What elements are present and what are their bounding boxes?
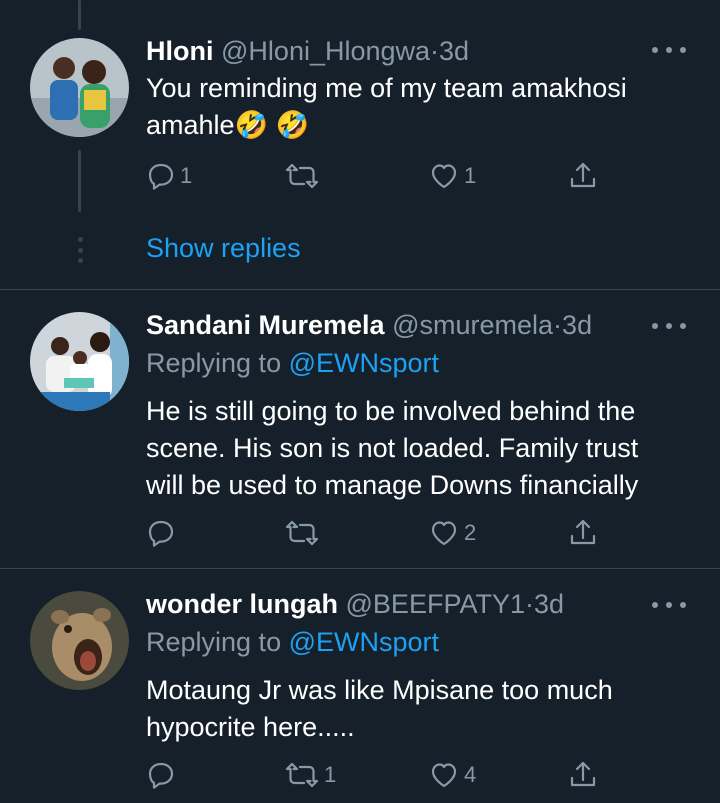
reply-icon bbox=[148, 762, 174, 789]
tweet-sandani[interactable]: Sandani Muremela @smuremela·3d Replying … bbox=[0, 290, 720, 568]
dot-icon bbox=[666, 323, 672, 329]
tweet-header: Sandani Muremela @smuremela·3d bbox=[146, 310, 592, 341]
retweet-icon bbox=[285, 163, 319, 189]
replying-to-label: Replying to bbox=[146, 348, 289, 378]
tweet-header: wonder lungah @BEEFPATY1·3d bbox=[146, 589, 564, 620]
couple-photo-avatar-icon bbox=[30, 38, 129, 137]
reply-icon bbox=[148, 163, 174, 190]
dot-icon bbox=[680, 323, 686, 329]
tweet-text-line: hypocrite here..... bbox=[146, 712, 355, 742]
retweet-button[interactable] bbox=[284, 159, 324, 193]
dot-icon bbox=[652, 47, 658, 53]
share-button[interactable] bbox=[568, 516, 598, 550]
tweet-text-line: He is still going to be involved behind … bbox=[146, 396, 636, 426]
tweet-actions: 1 4 bbox=[146, 758, 606, 792]
avatar[interactable] bbox=[30, 312, 129, 411]
reply-button[interactable] bbox=[146, 758, 180, 792]
more-options-button[interactable] bbox=[652, 320, 686, 332]
retweet-icon bbox=[285, 762, 319, 788]
timestamp[interactable]: 3d bbox=[534, 589, 564, 619]
family-photo-avatar-icon bbox=[30, 312, 129, 411]
tweet-actions: 2 bbox=[146, 516, 606, 550]
dot-icon bbox=[680, 602, 686, 608]
tweet-text-line: scene. His son is not loaded. Family tru… bbox=[146, 433, 639, 463]
tweet-actions: 1 1 bbox=[146, 159, 606, 193]
share-icon bbox=[570, 519, 596, 545]
display-name[interactable]: Hloni bbox=[146, 36, 214, 66]
share-icon bbox=[570, 162, 596, 188]
mention-link[interactable]: @EWNsport bbox=[289, 627, 439, 657]
like-count: 1 bbox=[464, 163, 477, 188]
share-button[interactable] bbox=[568, 159, 598, 193]
separator-dot: · bbox=[553, 310, 563, 340]
heart-icon bbox=[431, 521, 457, 546]
retweet-button[interactable] bbox=[284, 516, 324, 550]
tweet-header: Hloni @Hloni_Hlongwa·3d bbox=[146, 36, 469, 67]
show-replies-link[interactable]: Show replies bbox=[146, 233, 301, 264]
timestamp[interactable]: 3d bbox=[439, 36, 469, 66]
replying-to: Replying to @EWNsport bbox=[146, 348, 439, 379]
retweet-button[interactable]: 1 bbox=[284, 758, 336, 792]
like-button[interactable]: 1 bbox=[428, 159, 476, 193]
reply-count: 1 bbox=[180, 163, 193, 188]
tweet-text-line: will be used to manage Downs financially bbox=[146, 470, 639, 500]
reply-button[interactable] bbox=[146, 516, 180, 550]
reply-button[interactable]: 1 bbox=[146, 159, 192, 193]
avatar[interactable] bbox=[30, 38, 129, 137]
dot-icon bbox=[652, 602, 658, 608]
reply-icon bbox=[148, 520, 174, 547]
heart-icon bbox=[431, 164, 457, 189]
share-icon bbox=[570, 761, 596, 787]
retweet-icon bbox=[285, 520, 319, 546]
mention-link[interactable]: @EWNsport bbox=[289, 348, 439, 378]
tweet-text: Motaung Jr was like Mpisane too much hyp… bbox=[146, 672, 613, 746]
display-name[interactable]: wonder lungah bbox=[146, 589, 338, 619]
display-name[interactable]: Sandani Muremela bbox=[146, 310, 385, 340]
lioness-photo-avatar-icon bbox=[30, 591, 129, 690]
user-handle[interactable]: @smuremela bbox=[392, 310, 553, 340]
dot-icon bbox=[652, 323, 658, 329]
tweet-wonder[interactable]: wonder lungah @BEEFPATY1·3d Replying to … bbox=[0, 569, 720, 803]
like-button[interactable]: 4 bbox=[428, 758, 476, 792]
tweet-text: You reminding me of my team amakhosi ama… bbox=[146, 70, 627, 144]
tweet-text-line: Motaung Jr was like Mpisane too much bbox=[146, 675, 613, 705]
thread-more-dots-icon bbox=[76, 237, 84, 263]
tweet-text-line: You reminding me of my team amakhosi bbox=[146, 73, 627, 103]
like-count: 4 bbox=[464, 762, 477, 787]
heart-icon bbox=[431, 763, 457, 788]
separator-dot: · bbox=[524, 589, 534, 619]
dot-icon bbox=[666, 47, 672, 53]
user-handle[interactable]: @Hloni_Hlongwa bbox=[221, 36, 430, 66]
like-count: 2 bbox=[464, 520, 477, 545]
separator-dot: · bbox=[430, 36, 440, 66]
more-options-button[interactable] bbox=[652, 44, 686, 56]
tweet-text: He is still going to be involved behind … bbox=[146, 393, 638, 504]
replying-to: Replying to @EWNsport bbox=[146, 627, 439, 658]
avatar[interactable] bbox=[30, 591, 129, 690]
tweet-text-line: amahle🤣 🤣 bbox=[146, 110, 310, 140]
share-button[interactable] bbox=[568, 758, 598, 792]
replying-to-label: Replying to bbox=[146, 627, 289, 657]
tweet-hloni[interactable]: Hloni @Hloni_Hlongwa·3d You reminding me… bbox=[0, 0, 720, 290]
more-options-button[interactable] bbox=[652, 599, 686, 611]
dot-icon bbox=[680, 47, 686, 53]
like-button[interactable]: 2 bbox=[428, 516, 476, 550]
dot-icon bbox=[666, 602, 672, 608]
user-handle[interactable]: @BEEFPATY1 bbox=[346, 589, 525, 619]
timestamp[interactable]: 3d bbox=[562, 310, 592, 340]
retweet-count: 1 bbox=[324, 762, 337, 787]
